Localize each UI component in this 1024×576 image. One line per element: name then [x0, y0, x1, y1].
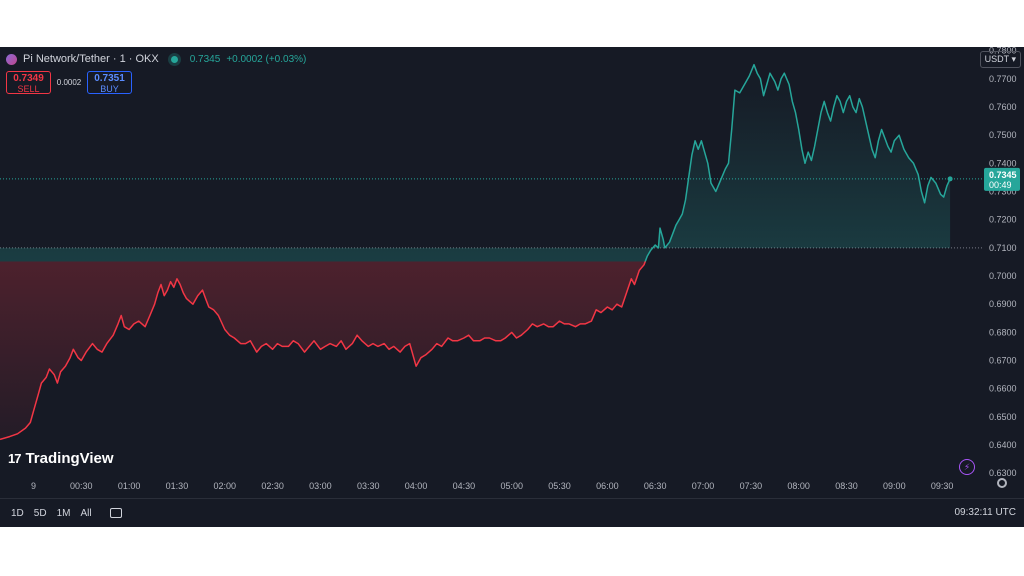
x-tick-label: 09:30	[931, 481, 954, 491]
lightning-icon[interactable]: ⚡	[959, 459, 975, 475]
x-tick-label: 09:00	[883, 481, 906, 491]
y-tick-label: 0.6800	[989, 327, 1017, 337]
x-tick-label: 04:00	[405, 481, 428, 491]
y-tick-label: 0.6400	[989, 440, 1017, 450]
chart-header: Pi Network/Tether · 1 · OKX 0.7345 +0.00…	[6, 53, 306, 65]
x-tick-label: 04:30	[453, 481, 476, 491]
range-all-button[interactable]: All	[81, 508, 92, 519]
utc-clock[interactable]: 09:32:11 UTC	[954, 507, 1016, 518]
price-axis[interactable]: 0.78000.77000.76000.75000.74000.73000.72…	[989, 47, 1017, 478]
range-1d-button[interactable]: 1D	[11, 508, 24, 519]
sell-price: 0.7349	[13, 73, 44, 84]
y-tick-label: 0.6700	[989, 356, 1017, 366]
x-tick-label: 06:30	[644, 481, 667, 491]
y-tick-label: 0.7500	[989, 130, 1017, 140]
range-1m-button[interactable]: 1M	[57, 508, 71, 519]
time-axis[interactable]: 9 00:30 01:00 01:30 02:00 02:30 03:00 03:30 04:0…	[31, 481, 953, 491]
tradingview-logo[interactable]: 17 TradingView	[8, 450, 114, 467]
x-tick-label: 00:30	[70, 481, 93, 491]
brand-name: TradingView	[25, 450, 114, 467]
y-tick-label: 0.6500	[989, 412, 1017, 422]
y-tick-label: 0.7100	[989, 243, 1017, 253]
range-5d-button[interactable]: 5D	[34, 508, 47, 519]
buy-button[interactable]: 0.7351 BUY	[87, 71, 132, 94]
y-tick-label: 0.6900	[989, 299, 1017, 309]
sell-button[interactable]: 0.7349 SELL	[6, 71, 51, 94]
currency-selector[interactable]: USDT ▾	[979, 51, 1021, 68]
y-tick-label: 0.6600	[989, 384, 1017, 394]
y-tick-label: 0.7400	[989, 158, 1017, 168]
x-tick-label: 08:30	[835, 481, 858, 491]
x-tick-label: 02:30	[261, 481, 284, 491]
y-tick-label: 0.7000	[989, 271, 1017, 281]
buy-price: 0.7351	[94, 73, 125, 84]
y-tick-label: 0.7200	[989, 215, 1017, 225]
tradingview-mark-icon: 17	[8, 451, 22, 466]
x-tick-label: 05:30	[548, 481, 571, 491]
price-change: +0.0002 (+0.03%)	[226, 53, 307, 65]
y-tick-label: 0.7600	[989, 102, 1017, 112]
x-tick-label: 01:00	[118, 481, 141, 491]
calendar-range-icon[interactable]	[109, 508, 122, 518]
x-tick-label: 06:00	[596, 481, 619, 491]
last-price-badge: 0.734500:49	[984, 167, 1020, 191]
y-tick-label: 0.6300	[989, 468, 1017, 478]
market-open-status-icon	[170, 55, 178, 63]
spread-value: 0.0002	[56, 78, 82, 87]
tradingview-chart-widget: 0.7800 0.7700 0.7600 0.7500 0.7400 0.7300 0.72…	[0, 47, 1024, 527]
x-tick-label: 07:00	[692, 481, 715, 491]
area-above-baseline	[0, 64, 951, 262]
x-tick-label: 01:30	[166, 481, 189, 491]
pi-network-logo-icon	[6, 53, 17, 65]
badge-countdown: 00:49	[989, 180, 1012, 190]
sell-label: SELL	[17, 84, 40, 94]
trade-panel: 0.7349 SELL 0.0002 0.7351 BUY	[6, 71, 132, 94]
x-tick-label: 9	[31, 481, 36, 491]
currency-label: USDT	[984, 54, 1009, 64]
x-tick-label: 07:30	[740, 481, 763, 491]
bottom-toolbar: 1D 5D 1M All 09:32:11 UTC	[0, 498, 1024, 527]
gear-icon[interactable]	[997, 478, 1007, 488]
buy-label: BUY	[100, 84, 119, 94]
y-tick-label: 0.7700	[989, 74, 1017, 84]
price-chart[interactable]: 0.78000.77000.76000.75000.74000.73000.72…	[0, 47, 1024, 498]
x-tick-label: 03:00	[309, 481, 332, 491]
x-tick-label: 02:00	[214, 481, 237, 491]
symbol-title[interactable]: Pi Network/Tether · 1 · OKX	[23, 53, 159, 65]
badge-price: 0.7345	[989, 170, 1017, 180]
last-price-dot	[947, 176, 953, 182]
chevron-down-icon: ▾	[1011, 54, 1016, 64]
x-tick-label: 03:30	[357, 481, 380, 491]
last-price: 0.7345	[189, 53, 221, 65]
x-tick-label: 08:00	[787, 481, 810, 491]
x-tick-label: 05:00	[500, 481, 523, 491]
